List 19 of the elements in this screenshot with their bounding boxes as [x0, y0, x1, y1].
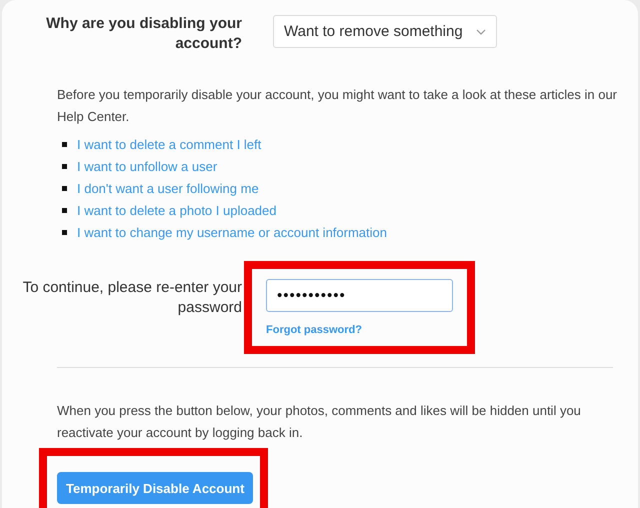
reason-label: Why are you disabling your account?	[45, 14, 242, 54]
password-label: To continue, please re-enter your password	[22, 278, 242, 318]
help-article-link[interactable]: I want to delete a photo I uploaded	[77, 202, 276, 218]
help-article-link[interactable]: I want to unfollow a user	[77, 158, 218, 174]
bullet-icon	[62, 230, 67, 234]
bullet-icon	[62, 186, 67, 190]
help-article-link[interactable]: I want to delete a comment I left	[77, 136, 262, 152]
bullet-icon	[62, 142, 67, 146]
help-intro-text: Before you temporarily disable your account, you might want to take a look at these articles in our Help Center.	[57, 86, 618, 126]
reason-dropdown[interactable]: Want to remove something	[273, 15, 497, 48]
bullet-icon	[62, 208, 67, 212]
forgot-password-link[interactable]: Forgot password?	[266, 324, 362, 336]
chevron-icon	[476, 28, 486, 34]
bullet-icon	[62, 164, 67, 168]
help-article-link[interactable]: I want to change my username or account information	[77, 224, 387, 240]
help-article-link[interactable]: I don't want a user following me	[77, 180, 259, 196]
disable-notice-text: When you press the button below, your photos, comments and likes will be hidden until you reactivate your account by logging back in.	[57, 402, 582, 442]
password-field[interactable]: •••••••••••	[266, 279, 453, 312]
disable-account-button[interactable]: Temporarily Disable Account	[57, 472, 254, 504]
